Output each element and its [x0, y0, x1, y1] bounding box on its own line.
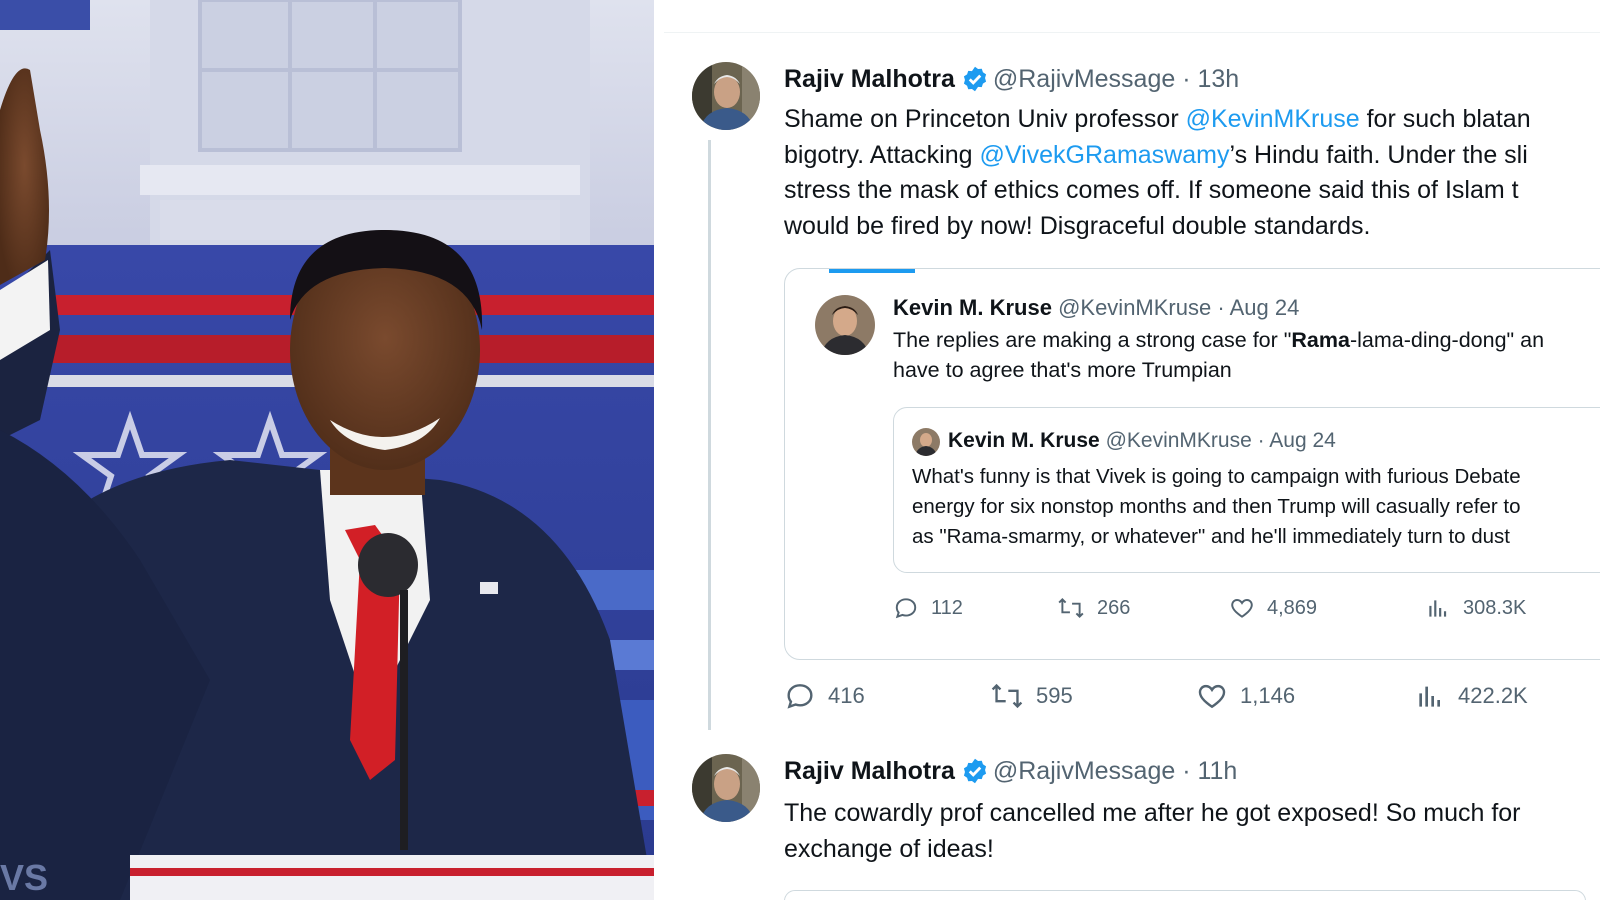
mention-link[interactable]: @KevinMKruse: [1186, 105, 1360, 133]
verified-badge-icon: [961, 757, 989, 785]
tweet-header: Rajiv Malhotra @RajivMessage · 11h: [784, 757, 1238, 785]
retweet-icon: [991, 683, 1023, 709]
nested-author-handle[interactable]: @KevinMKruse: [1106, 429, 1252, 452]
tweet-text: Shame on Princeton Univ professor @Kevin…: [784, 102, 1531, 244]
quoted-author-name[interactable]: Kevin M. Kruse: [893, 295, 1052, 320]
tweet-time[interactable]: 13h: [1197, 65, 1239, 93]
tweet-text-line: stress the mask of ethics comes off. If …: [784, 176, 1519, 204]
quote-retweet-button[interactable]: 266: [1057, 595, 1130, 621]
author-name[interactable]: Rajiv Malhotra: [784, 757, 955, 785]
views-icon: [1419, 686, 1440, 707]
quoted-tweet[interactable]: Kevin M. Kruse @KevinMKruse · Aug 24 The…: [784, 268, 1600, 660]
nested-quote-header: Kevin M. Kruse @KevinMKruse · Aug 24: [948, 429, 1336, 452]
reply-icon: [895, 598, 917, 619]
author-handle[interactable]: @RajivMessage: [993, 757, 1175, 785]
nested-tweet-date[interactable]: Aug 24: [1269, 429, 1336, 452]
quote-accent-bar: [829, 269, 915, 273]
mention-link[interactable]: @VivekGRamaswamy: [979, 141, 1229, 169]
reply-icon: [787, 684, 813, 709]
avatar[interactable]: [692, 62, 760, 130]
image-divider: [654, 0, 664, 900]
quote-views-button[interactable]: 308.3K: [1425, 595, 1526, 621]
rajiv-avatar-image: [692, 62, 760, 130]
tweet-text: The cowardly prof cancelled me after he …: [784, 796, 1521, 867]
media-preview-edge: [784, 890, 1586, 900]
tweet-text-line: would be fired by now! Disgraceful doubl…: [784, 211, 1371, 240]
like-icon: [1198, 684, 1226, 709]
rajiv-avatar-image: [692, 754, 760, 822]
reply-button[interactable]: 416: [784, 680, 865, 712]
quote-reply-button[interactable]: 112: [893, 595, 963, 621]
retweet-icon: [1058, 598, 1084, 618]
avatar[interactable]: [815, 295, 875, 355]
retweet-button[interactable]: 595: [990, 680, 1073, 712]
debate-photo: VS: [0, 0, 654, 900]
like-button[interactable]: 1,146: [1196, 680, 1295, 712]
author-handle[interactable]: @RajivMessage: [993, 65, 1175, 93]
quote-like-button[interactable]: 4,869: [1229, 595, 1317, 621]
avatar[interactable]: [912, 428, 940, 456]
nested-quoted-tweet[interactable]: Kevin M. Kruse @KevinMKruse · Aug 24 Wha…: [893, 407, 1600, 573]
avatar[interactable]: [692, 754, 760, 822]
verified-badge-icon: [961, 65, 989, 93]
tweet-time[interactable]: 11h: [1197, 757, 1237, 785]
like-icon: [1231, 599, 1253, 618]
tweet-text-line: Shame on Princeton Univ professor @Kevin…: [784, 105, 1531, 133]
tweet-text-line: exchange of ideas!: [784, 834, 994, 863]
quoted-author-handle[interactable]: @KevinMKruse: [1058, 295, 1211, 320]
quoted-tweet-header: Kevin M. Kruse @KevinMKruse · Aug 24: [893, 295, 1300, 320]
tweet-thread-panel: Rajiv Malhotra @RajivMessage · 13h Shame …: [664, 0, 1600, 900]
kevin-avatar-image: [815, 295, 875, 355]
tweet-text-line: The cowardly prof cancelled me after he …: [784, 799, 1521, 827]
nested-author-name[interactable]: Kevin M. Kruse: [948, 429, 1100, 452]
views-button[interactable]: 422.2K: [1414, 680, 1528, 712]
nested-quote-text: What's funny is that Vivek is going to c…: [912, 465, 1521, 548]
previous-tweet-edge: [664, 0, 1600, 33]
views-icon: [1429, 600, 1447, 617]
quoted-tweet-date[interactable]: Aug 24: [1230, 295, 1300, 320]
tweet-text-line: bigotry. Attacking @VivekGRamaswamy’s Hi…: [784, 140, 1528, 169]
quoted-tweet-text: The replies are making a strong case for…: [893, 328, 1545, 382]
kevin-avatar-image: [912, 428, 940, 456]
author-name[interactable]: Rajiv Malhotra: [784, 65, 955, 93]
svg-text:VS: VS: [0, 857, 48, 898]
tweet-header: Rajiv Malhotra @RajivMessage · 13h: [784, 65, 1240, 93]
thread-line: [708, 140, 711, 730]
